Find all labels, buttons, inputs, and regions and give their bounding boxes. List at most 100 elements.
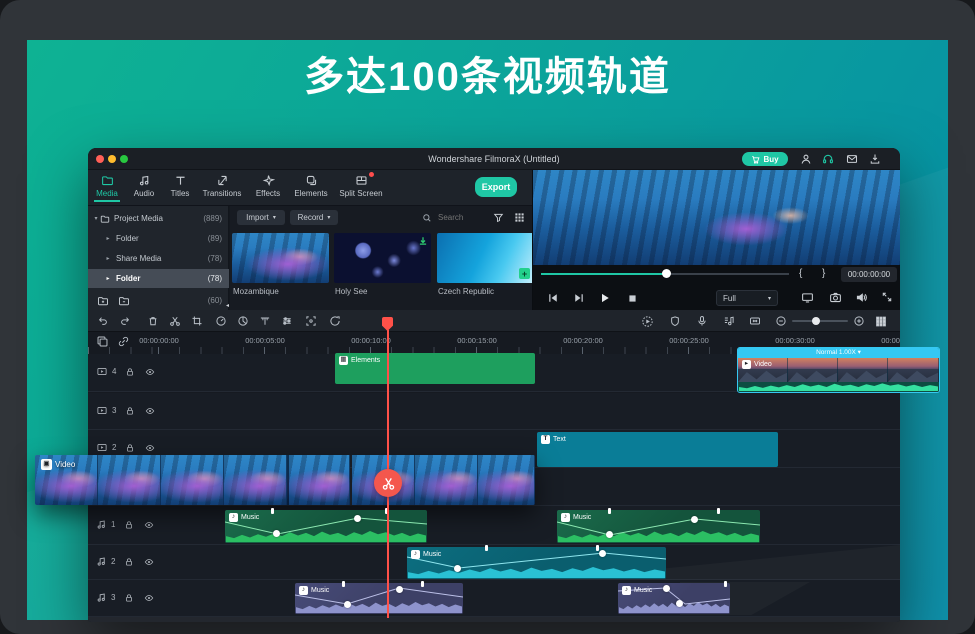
music-clip-a2[interactable]: ♪Music — [407, 547, 666, 579]
auto-ripple-button[interactable] — [748, 314, 762, 328]
lock-icon[interactable] — [125, 406, 135, 416]
tab-transitions[interactable]: Transitions — [200, 174, 244, 198]
keyframe-dot[interactable] — [599, 550, 606, 557]
quality-shield-button[interactable] — [668, 314, 682, 328]
tab-elements[interactable]: Elements — [289, 174, 333, 198]
music-clip-a1-2[interactable]: ♪Music — [557, 510, 760, 543]
export-button[interactable]: Export — [475, 177, 517, 197]
snapshot-camera-icon[interactable] — [829, 291, 842, 304]
keyframe-dot[interactable] — [663, 585, 670, 592]
filter-funnel-icon[interactable] — [493, 212, 504, 223]
mail-icon[interactable] — [846, 153, 858, 165]
collapse-sidebar-arrow[interactable]: ◂ — [226, 302, 229, 309]
sidebar-item-share-media[interactable]: ▸ Share Media (78) — [88, 249, 229, 268]
stop-button[interactable] — [627, 293, 638, 304]
zoom-slider-handle[interactable] — [812, 317, 820, 325]
music-clip-a3-1[interactable]: ♪Music — [295, 583, 463, 614]
media-thumb-czech-republic[interactable]: + — [437, 233, 534, 283]
undo-button[interactable] — [96, 314, 110, 328]
lock-icon[interactable] — [125, 443, 135, 453]
keyframe-dot[interactable] — [691, 516, 698, 523]
speed-video-clip[interactable]: Normal 1.00X ▾ ▸Video — [737, 347, 940, 393]
account-icon[interactable] — [800, 153, 812, 165]
keyframe-dot[interactable] — [396, 586, 403, 593]
music-clip-a1-1[interactable]: ♪Music — [225, 510, 427, 543]
render-preview-button[interactable] — [640, 314, 654, 328]
lock-icon[interactable] — [125, 367, 135, 377]
volume-icon[interactable] — [855, 291, 868, 304]
grid-view-icon[interactable] — [514, 212, 525, 223]
sidebar-item-folder-1[interactable]: ▸ Folder (89) — [88, 229, 229, 248]
search-input[interactable] — [436, 212, 484, 223]
add-to-timeline-icon[interactable]: + — [519, 268, 530, 279]
mark-in-button[interactable]: { — [799, 269, 802, 279]
seekbar-played[interactable] — [541, 273, 667, 275]
speed-button[interactable] — [214, 314, 228, 328]
lock-icon[interactable] — [124, 557, 134, 567]
lock-icon[interactable] — [124, 593, 134, 603]
seekbar-remaining[interactable] — [667, 273, 789, 275]
audio-track-3-row[interactable]: 3 — [88, 580, 900, 617]
preview-video-frame[interactable] — [533, 170, 900, 265]
keyframe-dot[interactable] — [454, 565, 461, 572]
audio-adjust-button[interactable] — [280, 314, 294, 328]
audio-track-icon — [96, 592, 107, 603]
voiceover-mic-button[interactable] — [695, 314, 709, 328]
zoom-out-button[interactable] — [774, 314, 788, 328]
music-clip-a3-2[interactable]: ♪Music — [618, 583, 730, 614]
tab-effects[interactable]: Effects — [246, 174, 290, 198]
keyframe-button[interactable] — [328, 314, 342, 328]
split-scissors-button[interactable] — [168, 314, 182, 328]
marker-button[interactable] — [258, 314, 272, 328]
eye-icon[interactable] — [144, 406, 156, 416]
fullscreen-icon[interactable] — [881, 291, 893, 303]
tab-titles[interactable]: Titles — [158, 174, 202, 198]
zoom-slider-track[interactable] — [792, 320, 848, 322]
support-headset-icon[interactable] — [822, 153, 834, 165]
second-monitor-icon[interactable] — [801, 291, 814, 304]
remove-folder-icon[interactable] — [118, 295, 130, 307]
record-dropdown[interactable]: Record▾ — [290, 210, 338, 225]
sidebar-item-folder-2-selected[interactable]: ▸ Folder (78) — [88, 269, 229, 288]
zoom-in-button[interactable] — [852, 314, 866, 328]
play-button[interactable] — [599, 292, 611, 304]
sidebar-item-project-media[interactable]: ▾ Project Media (889) — [88, 209, 229, 228]
keyframe-dot[interactable] — [344, 601, 351, 608]
media-thumb-holy-see[interactable] — [334, 233, 431, 283]
lock-icon[interactable] — [124, 520, 134, 530]
seekbar-handle[interactable] — [662, 269, 671, 278]
delete-button[interactable] — [146, 314, 160, 328]
speed-badge[interactable]: Normal 1.00X ▾ — [738, 348, 939, 358]
download-icon[interactable] — [869, 153, 881, 165]
import-dropdown[interactable]: Import▾ — [237, 210, 285, 225]
crop-button[interactable] — [190, 314, 204, 328]
add-folder-icon[interactable] — [97, 295, 109, 307]
redo-button[interactable] — [118, 314, 132, 328]
mark-out-button[interactable]: } — [822, 269, 825, 279]
eye-icon[interactable] — [143, 520, 155, 530]
video-track-3-row[interactable]: 3 — [88, 393, 900, 430]
video-clip-main[interactable]: ▣ Video — [35, 455, 535, 505]
keyframe-dot[interactable] — [606, 531, 613, 538]
timeline-scrollbar[interactable] — [88, 617, 900, 622]
color-button[interactable] — [236, 314, 250, 328]
previous-frame-button[interactable] — [547, 292, 559, 304]
search-box[interactable] — [422, 212, 484, 223]
eye-icon[interactable] — [144, 443, 156, 453]
tab-split-screen[interactable]: Split Screen — [334, 174, 388, 198]
split-scissors-badge[interactable] — [374, 469, 402, 497]
audio-track-1-row[interactable]: 1 — [88, 506, 900, 545]
audio-mixer-button[interactable] — [722, 314, 736, 328]
eye-icon[interactable] — [144, 367, 156, 377]
eye-icon[interactable] — [143, 593, 155, 603]
buy-button[interactable]: Buy — [742, 152, 788, 166]
media-thumb-mozambique[interactable] — [232, 233, 329, 283]
track-manager-button[interactable] — [874, 314, 888, 328]
eye-icon[interactable] — [143, 557, 155, 567]
motion-track-button[interactable] — [304, 314, 318, 328]
next-frame-button[interactable] — [573, 292, 585, 304]
elements-clip[interactable]: ▦Elements — [335, 353, 535, 384]
volume-envelope[interactable] — [407, 547, 666, 579]
text-clip[interactable]: TText — [537, 432, 778, 467]
view-size-dropdown[interactable]: Full▾ — [716, 290, 778, 306]
